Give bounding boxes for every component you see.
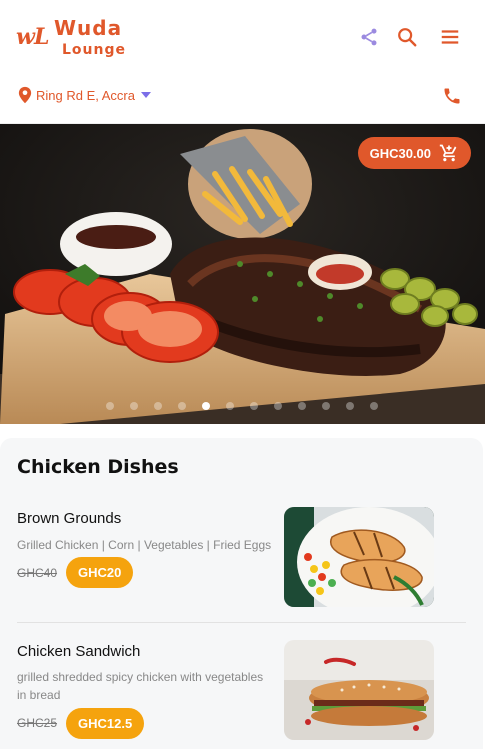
hero-food-image — [0, 124, 485, 424]
dish-price-badge[interactable]: GHC20 — [66, 557, 134, 588]
brand-subname[interactable]: Lounge — [62, 42, 126, 58]
cart-icon — [439, 144, 457, 162]
cart-price: GHC30.00 — [369, 145, 431, 161]
carousel-dot[interactable] — [346, 402, 354, 410]
carousel-dot[interactable] — [250, 402, 258, 410]
dish-divider — [17, 622, 466, 623]
location-pin-icon — [18, 86, 32, 104]
dish-image[interactable] — [284, 640, 434, 740]
dish-old-price: GHC25 — [17, 716, 58, 730]
dish-image[interactable] — [284, 507, 434, 607]
carousel-dot[interactable] — [298, 402, 306, 410]
dish-description: grilled shredded spicy chicken with vege… — [17, 670, 264, 702]
carousel-dot[interactable] — [202, 402, 210, 410]
carousel-dot[interactable] — [226, 402, 234, 410]
dish-description: Grilled Chicken | Corn | Vegetables | Fr… — [17, 538, 272, 552]
app-header: wL Wuda Lounge Ring Rd E, Accra — [0, 0, 485, 124]
dish-old-price: GHC40 — [17, 566, 58, 580]
carousel-dot[interactable] — [370, 402, 378, 410]
dish-price-badge[interactable]: GHC12.5 — [66, 708, 145, 739]
carousel-dot[interactable] — [178, 402, 186, 410]
dish-name[interactable]: Chicken Sandwich — [17, 643, 140, 660]
menu-icon[interactable] — [437, 24, 463, 50]
location-selector[interactable]: Ring Rd E, Accra — [18, 86, 153, 104]
brand-name[interactable]: Wuda — [54, 16, 122, 40]
share-icon[interactable] — [356, 24, 382, 50]
carousel-dot[interactable] — [154, 402, 162, 410]
carousel-dot[interactable] — [130, 402, 138, 410]
phone-icon[interactable] — [442, 86, 464, 108]
cart-price-button[interactable]: GHC30.00 — [357, 137, 471, 169]
carousel-dot[interactable] — [106, 402, 114, 410]
dish-name[interactable]: Brown Grounds — [17, 510, 121, 527]
logo-mark[interactable]: wL — [16, 24, 49, 50]
carousel-dot[interactable] — [274, 402, 282, 410]
search-icon[interactable] — [394, 24, 420, 50]
hero-carousel[interactable]: GHC30.00 — [0, 124, 485, 424]
section-title: Chicken Dishes — [17, 456, 179, 478]
chevron-down-icon — [141, 92, 151, 98]
carousel-dot[interactable] — [322, 402, 330, 410]
location-label: Ring Rd E, Accra — [36, 87, 135, 103]
carousel-indicators — [0, 402, 485, 410]
